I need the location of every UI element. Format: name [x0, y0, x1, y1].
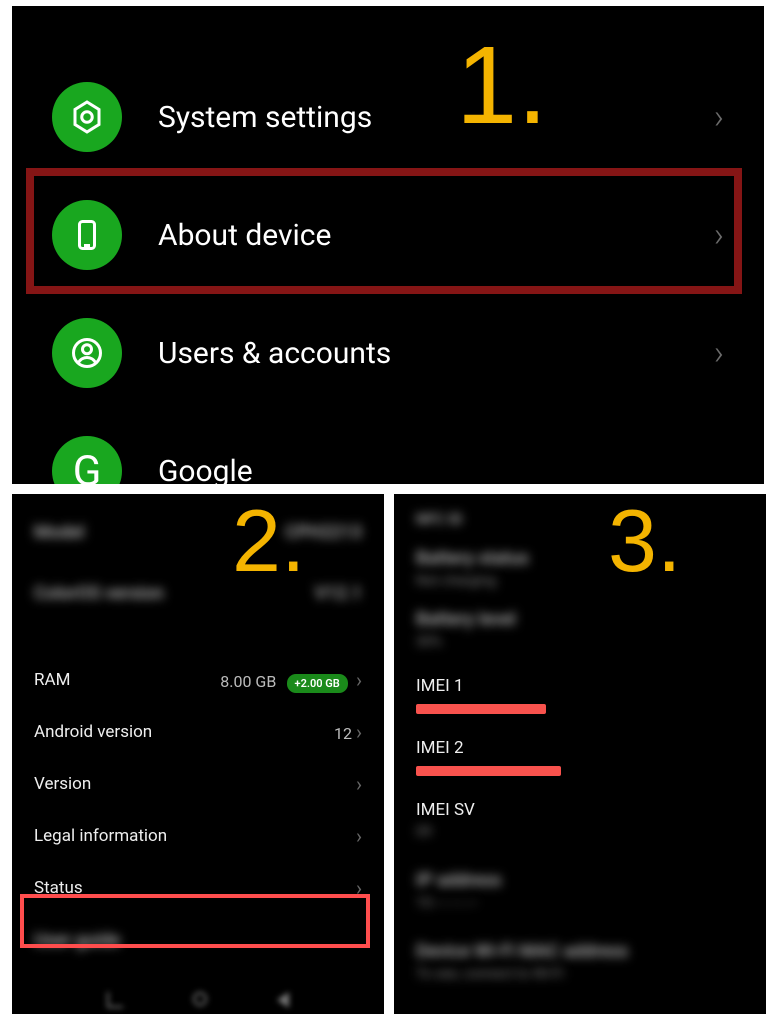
redacted-value — [416, 704, 546, 714]
row-status[interactable]: Status › — [12, 862, 384, 914]
redacted-value — [416, 766, 561, 776]
row-legal-information[interactable]: Legal information › — [12, 810, 384, 862]
ram-value: 8.00 GB — [220, 672, 276, 691]
row-label: RAM — [34, 670, 70, 690]
step-number-3: 3. — [608, 490, 681, 592]
chevron-right-icon: › — [356, 720, 362, 744]
row-version[interactable]: Version › — [12, 758, 384, 810]
ram-extension-badge: +2.00 GB — [287, 674, 348, 693]
row-imei-sv: IMEI SV 09 — [394, 790, 766, 854]
chevron-right-icon: › — [714, 215, 724, 255]
row-label: Status — [34, 878, 83, 898]
blurred-row: Model CPH2213 — [12, 512, 384, 553]
row-ram[interactable]: RAM 8.00 GB +2.00 GB › — [12, 654, 384, 706]
row-label: Users & accounts — [158, 336, 714, 371]
settings-list-panel: System settings › About device › Users &… — [12, 6, 764, 484]
row-about-device[interactable]: About device › — [12, 176, 764, 294]
step-number-2: 2. — [232, 490, 305, 592]
blurred-row: Battery status Not charging — [394, 538, 766, 599]
row-label: IMEI SV — [416, 800, 744, 820]
blurred-row: Battery level 30% — [394, 599, 766, 660]
chevron-right-icon: › — [356, 772, 362, 796]
step-number-1: 1. — [456, 22, 548, 149]
chevron-right-icon: › — [356, 876, 362, 900]
nav-bar — [12, 992, 384, 1008]
google-icon: G — [52, 436, 122, 484]
row-label: IMEI 1 — [416, 676, 744, 696]
row-label: Version — [34, 774, 91, 794]
row-users-accounts[interactable]: Users & accounts › — [12, 294, 764, 412]
row-label: Legal information — [34, 826, 167, 846]
row-label: Android version — [34, 722, 152, 742]
row-label: IMEI 2 — [416, 738, 744, 758]
chevron-right-icon: › — [714, 97, 724, 137]
blurred-row: IP address 10.---.---.--- — [394, 860, 766, 921]
row-android-version[interactable]: Android version 12› — [12, 706, 384, 758]
user-icon — [52, 318, 122, 388]
row-label: System settings — [158, 100, 714, 135]
gear-hex-icon — [52, 82, 122, 152]
nav-back-icon — [277, 992, 289, 1008]
android-version-value: 12 — [334, 724, 352, 743]
blurred-row: User guide — [12, 920, 384, 961]
nav-home-icon — [193, 992, 207, 1006]
chevron-right-icon: › — [356, 824, 362, 848]
blurred-row: NFC ID — [394, 500, 766, 538]
chevron-right-icon: › — [714, 333, 724, 373]
chevron-right-icon: › — [356, 668, 362, 692]
nav-recent-icon — [107, 992, 123, 1008]
blurred-row: ColorOS version V12.1 — [12, 573, 384, 614]
row-label: Google — [158, 454, 734, 485]
device-icon — [52, 200, 122, 270]
row-imei-2: IMEI 2 — [394, 728, 766, 790]
row-system-settings[interactable]: System settings › — [12, 58, 764, 176]
blurred-row: Device Wi-Fi MAC address To see, connect… — [394, 931, 766, 992]
row-label: About device — [158, 218, 714, 253]
row-google[interactable]: G Google — [12, 412, 764, 484]
status-panel: NFC ID Battery status Not charging Batte… — [394, 494, 766, 1014]
about-device-panel: Model CPH2213 ColorOS version V12.1 RAM … — [12, 494, 384, 1014]
row-imei-1: IMEI 1 — [394, 666, 766, 728]
